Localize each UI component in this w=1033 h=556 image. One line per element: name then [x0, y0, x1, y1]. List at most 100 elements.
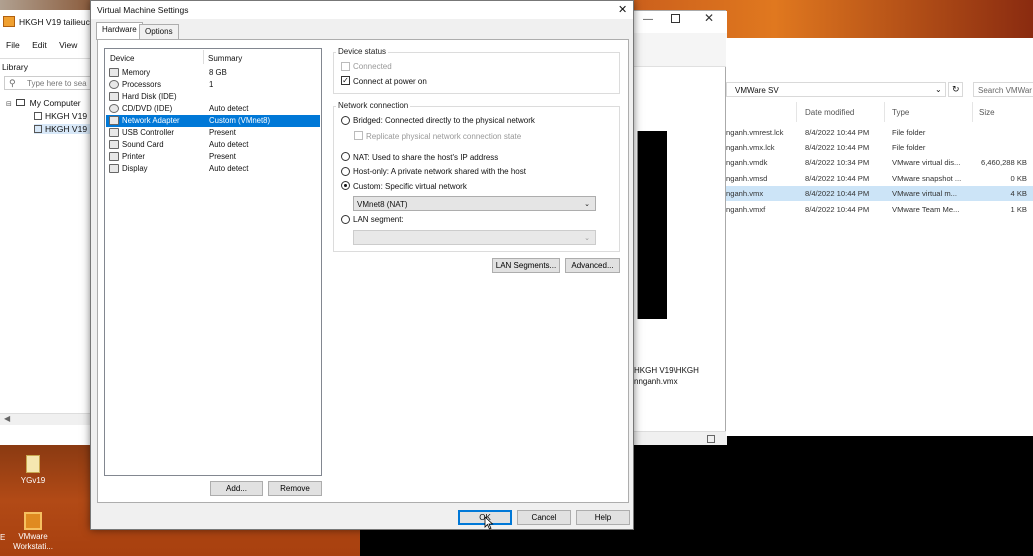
- table-row[interactable]: nganh.vmx.lck 8/4/2022 10:44 PM File fol…: [726, 140, 1033, 155]
- device-status-group: [333, 52, 620, 94]
- column-header-type[interactable]: Type: [892, 108, 909, 117]
- column-divider[interactable]: [972, 102, 973, 122]
- replicate-label: Replicate physical network connection st…: [366, 132, 522, 141]
- vm-icon: [34, 112, 42, 120]
- explorer-search-input[interactable]: Search VMWar: [973, 82, 1033, 97]
- menu-view[interactable]: View: [59, 40, 77, 50]
- explorer-path: HKGH V19\HKGH nnganh.vmx: [634, 365, 699, 387]
- file-type: File folder: [892, 128, 926, 137]
- horizontal-scrollbar[interactable]: ◀: [0, 413, 95, 425]
- library-label: Library: [2, 62, 28, 72]
- tab-hardware[interactable]: Hardware: [96, 22, 143, 40]
- device-row-cd-dvd[interactable]: CD/DVD (IDE) Auto detect: [106, 103, 320, 115]
- summary-column-header[interactable]: Summary: [208, 54, 242, 63]
- column-divider[interactable]: [884, 102, 885, 122]
- device-name: Hard Disk (IDE): [122, 92, 177, 101]
- file-size: 6,460,288 KB: [980, 158, 1027, 167]
- connect-power-on-checkbox[interactable]: ✓: [341, 76, 350, 85]
- device-row-hard-disk[interactable]: Hard Disk (IDE): [106, 91, 320, 103]
- menu-file[interactable]: File: [6, 40, 20, 50]
- memory-icon: [109, 68, 119, 77]
- details-view-icon[interactable]: [707, 435, 715, 443]
- bridged-radio[interactable]: [341, 116, 350, 125]
- replicate-checkbox[interactable]: [354, 131, 363, 140]
- table-row[interactable]: nganh.vmdk 8/4/2022 10:34 PM VMware virt…: [726, 155, 1033, 170]
- tab-options[interactable]: Options: [139, 24, 179, 39]
- library-search-input[interactable]: ⚲ Type here to sea: [4, 76, 94, 90]
- desktop-icon-file[interactable]: YGv19: [3, 455, 63, 485]
- desktop-icon-label: VMware Workstati...: [13, 532, 53, 551]
- file-name: nganh.vmsd: [726, 174, 768, 183]
- nat-radio[interactable]: [341, 152, 350, 161]
- remove-button[interactable]: Remove: [268, 481, 322, 496]
- tree-item-vm-1[interactable]: HKGH V19: [34, 111, 87, 121]
- lan-segment-radio[interactable]: [341, 215, 350, 224]
- device-summary: Auto detect: [209, 140, 249, 149]
- file-type: VMware virtual m...: [892, 189, 957, 198]
- lan-segment-label: LAN segment:: [353, 215, 404, 224]
- lan-segment-select[interactable]: ⌄: [353, 230, 596, 245]
- minimize-icon[interactable]: —: [643, 14, 653, 25]
- file-name: nganh.vmx: [726, 189, 764, 198]
- host-only-radio[interactable]: [341, 167, 350, 176]
- maximize-icon[interactable]: [671, 14, 680, 23]
- device-row-processors[interactable]: Processors 1: [106, 79, 320, 91]
- file-size: 0 KB: [1010, 174, 1027, 183]
- file-size: 4 KB: [1010, 189, 1027, 198]
- workstation-menubar: File Edit View: [6, 40, 87, 50]
- file-name: nganh.vmrest.lck: [726, 128, 784, 137]
- device-row-network-adapter[interactable]: Network Adapter Custom (VMnet8): [106, 115, 320, 127]
- device-list[interactable]: Device Summary Memory 8 GB Processors 1 …: [104, 48, 322, 476]
- table-row-selected[interactable]: nganh.vmx 8/4/2022 10:44 PM VMware virtu…: [726, 186, 1033, 201]
- divider: [0, 58, 95, 59]
- custom-label: Custom: Specific virtual network: [353, 182, 467, 191]
- file-date: 8/4/2022 10:44 PM: [805, 189, 870, 198]
- column-header-date[interactable]: Date modified: [805, 108, 854, 117]
- device-row-display[interactable]: Display Auto detect: [106, 163, 320, 175]
- device-row-sound[interactable]: Sound Card Auto detect: [106, 139, 320, 151]
- scroll-left-icon[interactable]: ◀: [4, 414, 10, 423]
- cancel-button[interactable]: Cancel: [517, 510, 571, 525]
- custom-network-select[interactable]: VMnet8 (NAT) ⌄: [353, 196, 596, 211]
- refresh-button[interactable]: ↻: [948, 82, 963, 97]
- device-name: Display: [122, 164, 148, 173]
- device-row-memory[interactable]: Memory 8 GB: [106, 67, 320, 79]
- column-header-size[interactable]: Size: [979, 108, 995, 117]
- device-summary: Present: [209, 152, 236, 161]
- chevron-down-icon[interactable]: ⌄: [935, 85, 942, 94]
- file-type: File folder: [892, 143, 926, 152]
- file-date: 8/4/2022 10:34 PM: [805, 158, 870, 167]
- device-row-usb[interactable]: USB Controller Present: [106, 127, 320, 139]
- tree-item-vm-2[interactable]: HKGH V19: [34, 124, 98, 134]
- display-icon: [109, 164, 119, 173]
- table-row[interactable]: nganh.vmrest.lck 8/4/2022 10:44 PM File …: [726, 125, 1033, 140]
- workstation-top-edge: [0, 0, 95, 10]
- column-divider[interactable]: [796, 102, 797, 122]
- custom-radio[interactable]: [341, 181, 350, 190]
- device-column-header[interactable]: Device: [110, 54, 134, 63]
- table-row[interactable]: nganh.vmsd 8/4/2022 10:44 PM VMware snap…: [726, 171, 1033, 186]
- device-row-printer[interactable]: Printer Present: [106, 151, 320, 163]
- lan-segments-button[interactable]: LAN Segments...: [492, 258, 560, 273]
- desktop-icon-vmware[interactable]: VMware Workstati...: [3, 512, 63, 552]
- explorer-address-bar[interactable]: VMWare SV ⌄: [726, 82, 946, 97]
- device-summary: Custom (VMnet8): [209, 116, 271, 125]
- workstation-title: HKGH V19 tailieuc: [19, 17, 90, 27]
- connected-checkbox[interactable]: [341, 62, 350, 71]
- network-adapter-icon: [109, 116, 119, 125]
- close-icon[interactable]: ✕: [618, 3, 627, 16]
- tree-root[interactable]: ⊟ My Computer: [6, 98, 81, 108]
- add-button[interactable]: Add...: [210, 481, 263, 496]
- advanced-button[interactable]: Advanced...: [565, 258, 620, 273]
- tree-item-label: HKGH V19: [45, 111, 88, 121]
- refresh-icon: ↻: [952, 84, 960, 94]
- dialog-titlebar[interactable]: Virtual Machine Settings ✕: [91, 1, 633, 19]
- menu-edit[interactable]: Edit: [32, 40, 47, 50]
- explorer-window-right: VMWare SV ⌄ ↻ Search VMWar Date modified…: [726, 38, 1033, 436]
- workstation-window: HKGH V19 tailieuc File Edit View Library…: [0, 0, 98, 445]
- device-name: Network Adapter: [122, 116, 180, 125]
- close-icon[interactable]: ✕: [704, 11, 714, 25]
- cd-dvd-icon: [109, 104, 119, 113]
- help-button[interactable]: Help: [576, 510, 630, 525]
- table-row[interactable]: nganh.vmxf 8/4/2022 10:44 PM VMware Team…: [726, 202, 1033, 217]
